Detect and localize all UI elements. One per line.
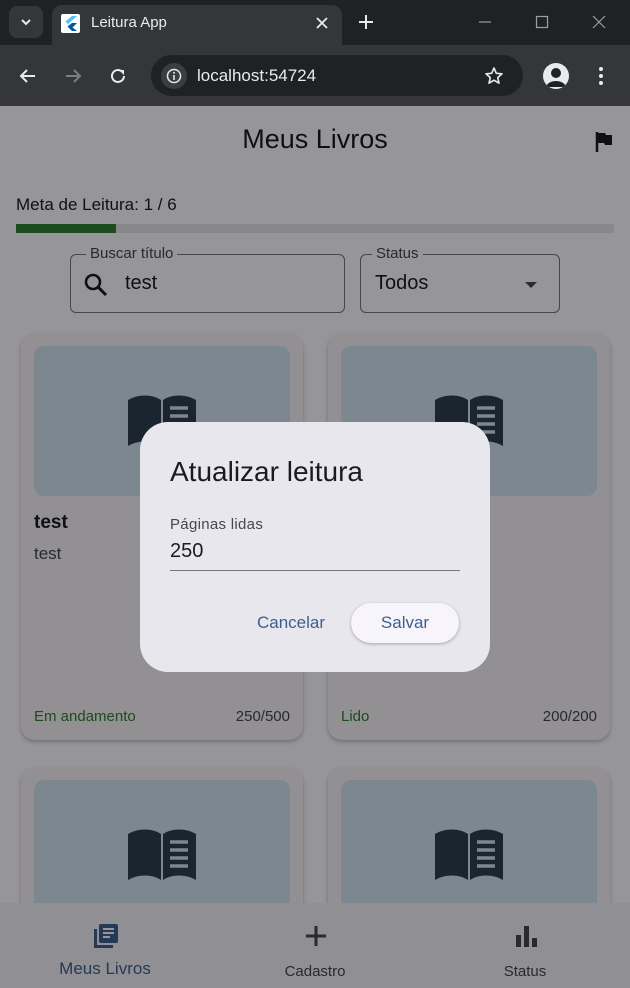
cancel-button[interactable]: Cancelar	[243, 603, 339, 643]
input-underline	[170, 570, 460, 571]
app-viewport: Meus Livros Meta de Leitura: 1 / 6 Busca…	[0, 106, 630, 988]
pages-read-input[interactable]: 250	[170, 540, 203, 563]
close-icon	[592, 15, 606, 29]
arrow-right-icon	[66, 69, 82, 83]
dialog-title: Atualizar leitura	[170, 456, 363, 487]
maximize-icon	[535, 15, 549, 29]
plus-icon	[359, 15, 373, 29]
browser-tab[interactable]: Leitura App	[52, 5, 342, 45]
bookmark-button[interactable]	[481, 63, 507, 89]
tab-title: Leitura App	[91, 14, 167, 31]
browser-window: Leitura App localhost:54724 Meus Livros …	[0, 0, 630, 988]
address-bar[interactable]: localhost:54724	[151, 55, 523, 96]
minimize-button[interactable]	[473, 10, 497, 34]
arrow-left-icon	[19, 69, 35, 83]
pages-read-label: Páginas lidas	[170, 516, 264, 533]
reload-button[interactable]	[105, 63, 131, 89]
chevron-down-icon	[21, 19, 31, 26]
info-icon	[166, 68, 182, 84]
browser-menu-button[interactable]	[590, 63, 612, 89]
star-icon	[485, 67, 503, 84]
more-vert-icon	[599, 67, 603, 85]
new-tab-button[interactable]	[354, 10, 378, 34]
tab-close-button[interactable]	[311, 12, 333, 34]
reload-icon	[111, 68, 125, 83]
url-text: localhost:54724	[197, 66, 317, 85]
flutter-icon	[61, 14, 80, 33]
window-close-button[interactable]	[587, 10, 611, 34]
update-reading-dialog: Atualizar leitura Páginas lidas 250 Canc…	[140, 422, 490, 672]
back-button[interactable]	[15, 63, 41, 89]
tab-search-button[interactable]	[9, 6, 43, 38]
close-icon	[316, 17, 328, 29]
tab-strip: Leitura App	[0, 0, 630, 45]
site-info-button[interactable]	[161, 63, 187, 89]
forward-button[interactable]	[60, 63, 86, 89]
profile-button[interactable]	[543, 63, 569, 89]
browser-toolbar: localhost:54724	[0, 45, 630, 106]
save-button[interactable]: Salvar	[351, 603, 459, 643]
maximize-button[interactable]	[530, 10, 554, 34]
account-icon	[546, 68, 566, 87]
minimize-icon	[479, 21, 491, 23]
